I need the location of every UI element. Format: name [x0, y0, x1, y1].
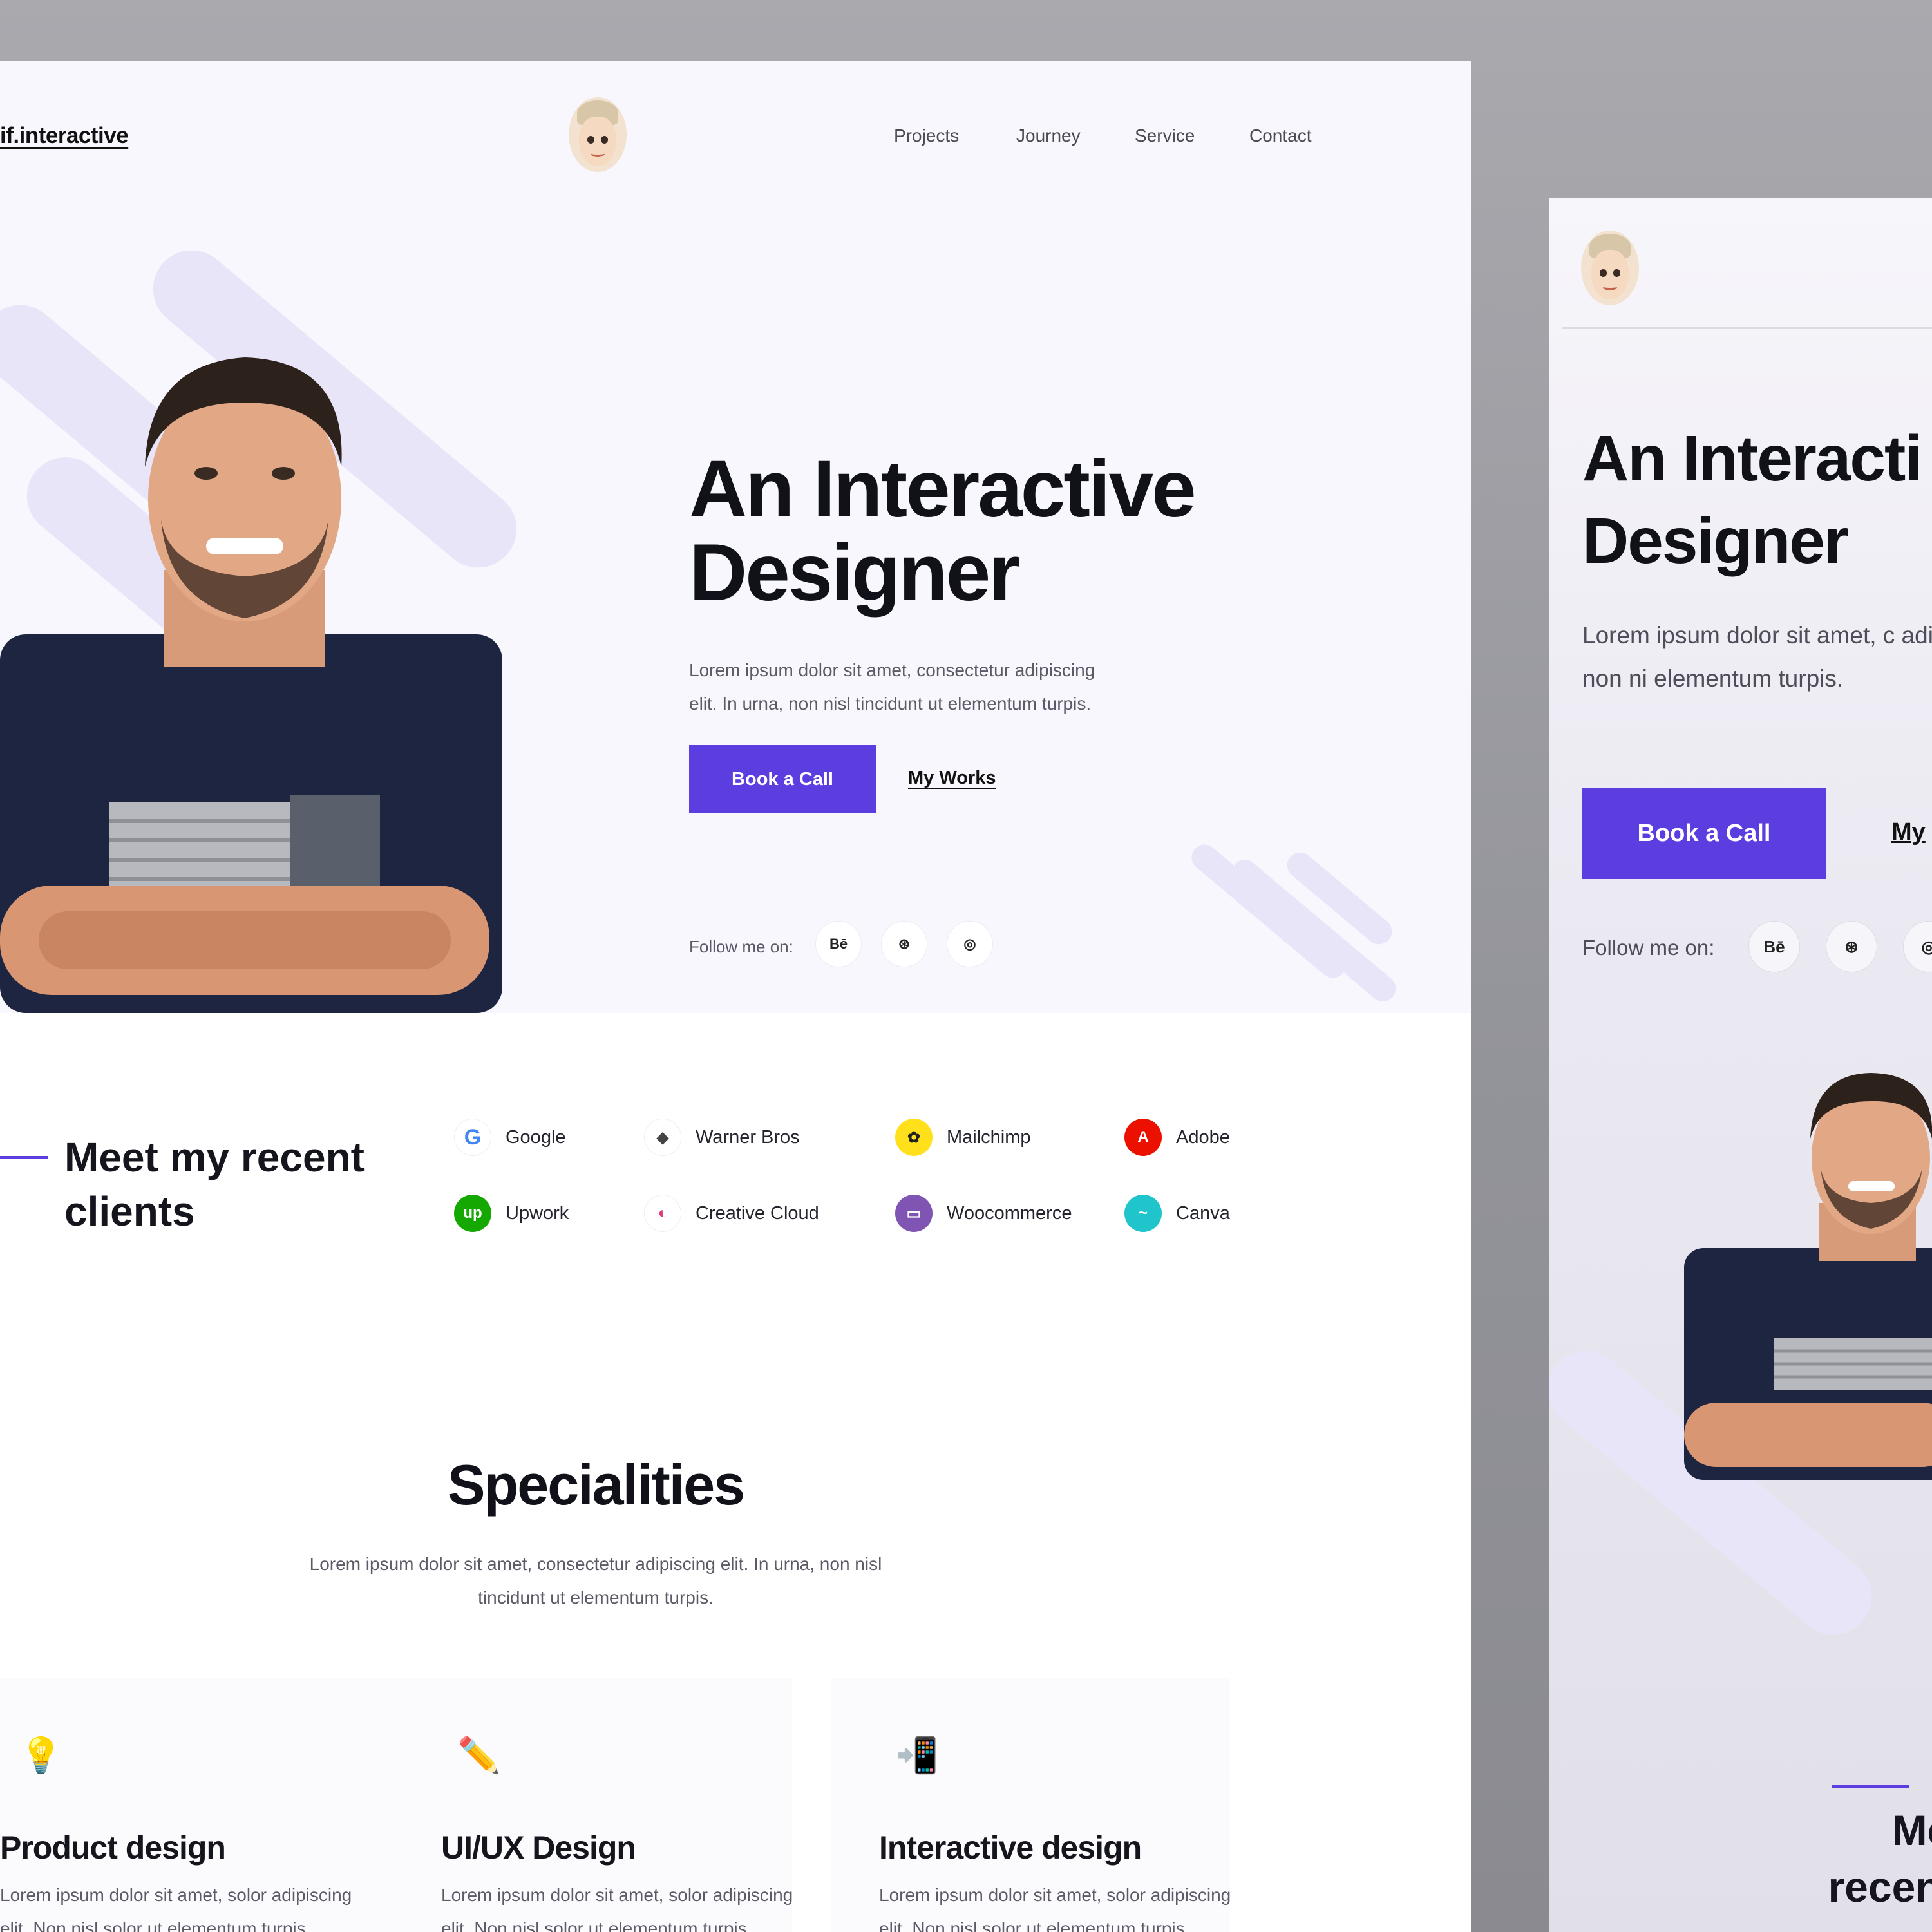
pencil-ruler-icon: ✏️: [457, 1736, 501, 1775]
client-mailchimp[interactable]: ✿ Mailchimp: [895, 1119, 1031, 1156]
warner-bros-icon: ◆: [644, 1119, 681, 1156]
creative-cloud-icon: ◐: [644, 1195, 681, 1232]
header-divider: [1562, 327, 1932, 329]
mailchimp-icon: ✿: [895, 1119, 933, 1156]
client-woocommerce[interactable]: ▭ Woocommerce: [895, 1195, 1072, 1232]
card-title: UI/UX Design: [441, 1830, 636, 1866]
card-desc: Lorem ipsum dolor sit amet, solor adipis…: [441, 1885, 793, 1932]
nav-contact[interactable]: Contact: [1249, 126, 1312, 146]
card-desc: Lorem ipsum dolor sit amet, solor adipis…: [0, 1885, 352, 1932]
client-warner-bros[interactable]: ◆ Warner Bros: [644, 1119, 800, 1156]
specialities-title: Specialities: [447, 1453, 745, 1517]
mobile-designer-portrait: [1684, 1073, 1932, 1480]
client-name: Canva: [1176, 1202, 1230, 1224]
client-name: Mailchimp: [947, 1126, 1031, 1148]
mobile-clients-line1: Meet m: [1891, 1806, 1932, 1854]
mobile-clients-line2: recent clie: [1828, 1863, 1932, 1911]
mobile-title-line2: Designer: [1582, 505, 1849, 577]
client-google[interactable]: G Google: [454, 1119, 566, 1156]
instagram-icon[interactable]: ◎: [947, 921, 993, 967]
behance-icon[interactable]: Bē: [1748, 921, 1800, 972]
decor-stroke: [1186, 839, 1351, 983]
card-title: Interactive design: [879, 1830, 1142, 1866]
adobe-icon: A: [1124, 1119, 1162, 1156]
client-name: Google: [506, 1126, 566, 1148]
behance-icon[interactable]: Bē: [815, 921, 862, 967]
client-canva[interactable]: ~ Canva: [1124, 1195, 1230, 1232]
card-title: Product design: [0, 1830, 226, 1866]
hero-title-line1: An Interactive: [689, 444, 1197, 534]
my-works-link[interactable]: My Works: [908, 768, 996, 789]
specialities-lead: Lorem ipsum dolor sit amet, consectetur …: [309, 1554, 882, 1607]
nav-journey[interactable]: Journey: [1016, 126, 1081, 146]
clients-accent-line: [0, 1156, 48, 1159]
nav-service[interactable]: Service: [1135, 126, 1195, 146]
nav-projects[interactable]: Projects: [894, 126, 959, 146]
canva-icon: ~: [1124, 1195, 1162, 1232]
speciality-card-uiux-design[interactable]: ✏️ UI/UX Design Lorem ipsum dolor sit am…: [393, 1678, 793, 1932]
speciality-card-product-design[interactable]: 💡 Product design Lorem ipsum dolor sit a…: [0, 1678, 399, 1932]
upwork-icon: up: [454, 1195, 491, 1232]
book-a-call-button[interactable]: Book a Call: [689, 745, 876, 813]
dribbble-icon[interactable]: ⊛: [881, 921, 927, 967]
client-upwork[interactable]: up Upwork: [454, 1195, 569, 1232]
client-name: Warner Bros: [696, 1126, 800, 1148]
client-name: Woocommerce: [947, 1202, 1072, 1224]
logo-link[interactable]: if.interactive: [0, 123, 129, 149]
hero-title: An Interactive Designer: [689, 448, 1197, 618]
mobile-title-line1: An Interacti: [1582, 422, 1922, 495]
mobile-hero-title: An Interacti Designer: [1582, 417, 1922, 582]
mobile-follow-label: Follow me on:: [1582, 936, 1715, 960]
card-desc: Lorem ipsum dolor sit amet, solor adipis…: [879, 1885, 1231, 1932]
woocommerce-icon: ▭: [895, 1195, 933, 1232]
mobile-page: An Interacti Designer Lorem ipsum dolor …: [1549, 198, 1932, 1932]
client-name: Upwork: [506, 1202, 569, 1224]
mobile-tap-icon: 📲: [895, 1736, 939, 1775]
mobile-hero-lead: Lorem ipsum dolor sit amet, c adipiscing…: [1582, 622, 1932, 692]
instagram-icon[interactable]: ◎: [1903, 921, 1932, 972]
client-name: Adobe: [1176, 1126, 1230, 1148]
hero-lead: Lorem ipsum dolor sit amet, consectetur …: [689, 660, 1095, 714]
mobile-clients-accent-line: [1832, 1785, 1909, 1788]
clients-title: Meet my recent clients: [64, 1134, 365, 1235]
mobile-book-a-call-button[interactable]: Book a Call: [1582, 788, 1826, 879]
mobile-my-works-link[interactable]: My: [1891, 819, 1926, 846]
designer-portrait: [0, 357, 502, 1013]
memoji-avatar-icon[interactable]: [1581, 231, 1639, 305]
hero-title-line2: Designer: [689, 528, 1020, 618]
memoji-avatar-icon[interactable]: [569, 97, 627, 172]
lightbulb-icon: 💡: [19, 1736, 63, 1775]
follow-label: Follow me on:: [689, 937, 793, 956]
client-creative-cloud[interactable]: ◐ Creative Cloud: [644, 1195, 819, 1232]
client-adobe[interactable]: A Adobe: [1124, 1119, 1230, 1156]
dribbble-icon[interactable]: ⊛: [1826, 921, 1877, 972]
google-icon: G: [454, 1119, 491, 1156]
desktop-page: if.interactive Projects Journey Service …: [0, 61, 1471, 1932]
client-name: Creative Cloud: [696, 1202, 819, 1224]
hero-section: if.interactive Projects Journey Service …: [0, 61, 1471, 1013]
mobile-clients-title: Meet m recent clie: [1549, 1802, 1932, 1915]
speciality-card-interactive-design[interactable]: 📲 Interactive design Lorem ipsum dolor s…: [831, 1678, 1231, 1932]
